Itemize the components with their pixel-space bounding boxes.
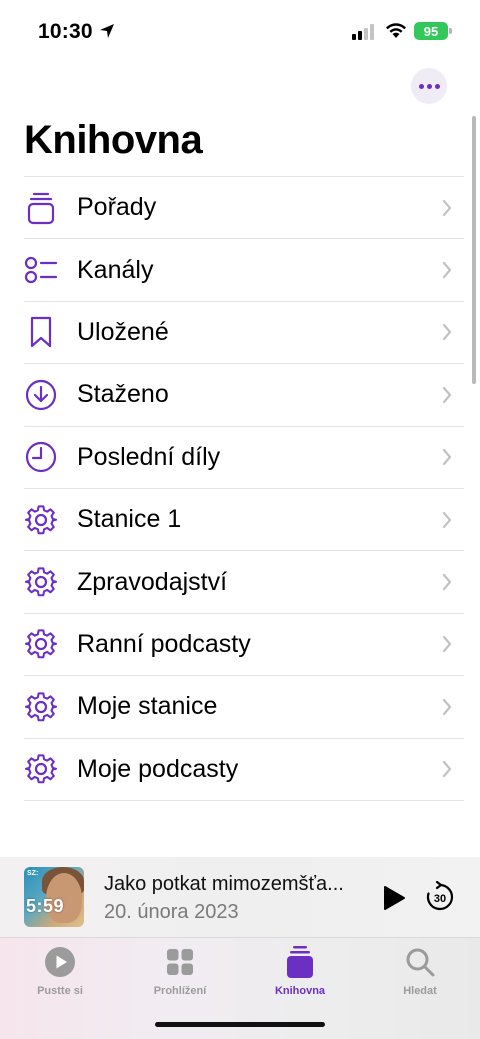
chevron-right-icon (442, 386, 452, 403)
more-options-button[interactable] (411, 68, 447, 104)
home-indicator[interactable] (155, 1022, 325, 1027)
wifi-icon (386, 23, 406, 38)
tab-label: Prohlížení (153, 985, 207, 997)
episode-date: 20. února 2023 (104, 901, 239, 923)
tab-search[interactable]: Hledat (360, 944, 480, 1004)
chevron-right-icon (442, 324, 452, 341)
bookmark-icon (24, 315, 58, 349)
chevron-right-icon (442, 511, 452, 528)
clock-icon (24, 440, 58, 474)
library-row-morning-podcasts[interactable]: Ranní podcasty (24, 614, 464, 677)
battery-indicator: 95 (414, 22, 448, 40)
tab-browse[interactable]: Prohlížení (120, 944, 240, 1004)
row-label: Poslední díly (77, 442, 221, 471)
search-icon (405, 944, 435, 980)
episode-artwork: SZ: 5:59 (24, 867, 84, 927)
ellipsis-icon (418, 83, 424, 89)
tab-label: Knihovna (274, 985, 326, 997)
tab-label: Hledat (403, 985, 437, 997)
gear-icon (24, 627, 58, 661)
row-label: Staženo (77, 380, 169, 409)
library-row-downloaded[interactable]: Staženo (24, 364, 464, 427)
play-icon[interactable] (382, 885, 406, 911)
status-time: 10:30 (38, 20, 93, 43)
scroll-indicator[interactable] (472, 116, 476, 384)
grid-icon (166, 944, 194, 980)
library-row-my-podcasts[interactable]: Moje podcasty (24, 739, 464, 801)
chevron-right-icon (442, 261, 452, 279)
channels-list-icon (24, 253, 58, 287)
row-label: Kanály (77, 255, 154, 284)
library-row-latest-episodes[interactable]: Poslední díly (24, 427, 464, 489)
chevron-right-icon (442, 698, 452, 715)
chevron-right-icon (442, 573, 452, 591)
library-row-my-stations[interactable]: Moje stanice (24, 676, 464, 739)
library-row-saved[interactable]: Uložené (24, 302, 464, 365)
location-arrow-icon (100, 24, 114, 38)
artwork-tag: SZ: (27, 870, 39, 877)
row-label: Uložené (77, 317, 169, 346)
library-row-news[interactable]: Zpravodajství (24, 551, 464, 614)
svg-text:30: 30 (434, 893, 446, 905)
play-circle-icon (44, 944, 76, 980)
shows-stack-icon (24, 191, 58, 225)
artwork-duration: 5:59 (26, 896, 65, 916)
status-bar: 10:30 95 (0, 0, 480, 62)
library-row-station-1[interactable]: Stanice 1 (24, 489, 464, 552)
mini-player[interactable]: SZ: 5:59 Jako potkat mimozemšťa... 20. ú… (0, 857, 480, 937)
library-row-shows[interactable]: Pořady (24, 177, 464, 240)
skip-forward-30-icon[interactable]: 30 (424, 881, 456, 913)
tab-label: Pustte si (37, 985, 83, 997)
library-list: Pořady Kanály Uložené Staženo Poslední d… (24, 176, 464, 801)
page-title: Knihovna (24, 118, 203, 162)
gear-icon (24, 752, 58, 786)
row-label: Ranní podcasty (77, 629, 251, 658)
row-label: Moje podcasty (77, 754, 239, 783)
episode-title: Jako potkat mimozemšťa... (104, 873, 344, 895)
chevron-right-icon (442, 636, 452, 653)
library-stack-icon (286, 944, 314, 980)
tab-listen-now[interactable]: Pustte si (0, 944, 120, 1004)
gear-icon (24, 690, 58, 724)
chevron-right-icon (442, 761, 452, 778)
gear-icon (24, 565, 58, 599)
download-circle-icon (24, 378, 58, 412)
row-label: Moje stanice (77, 692, 218, 721)
chevron-right-icon (442, 199, 452, 216)
battery-cap (449, 28, 452, 34)
row-label: Pořady (77, 193, 157, 222)
library-row-channels[interactable]: Kanály (24, 239, 464, 302)
cellular-signal-icon (352, 24, 374, 40)
tab-library[interactable]: Knihovna (240, 944, 360, 1004)
chevron-right-icon (442, 449, 452, 466)
row-label: Stanice 1 (77, 505, 182, 534)
row-label: Zpravodajství (77, 567, 228, 596)
battery-level: 95 (423, 23, 439, 39)
gear-icon (24, 503, 58, 537)
